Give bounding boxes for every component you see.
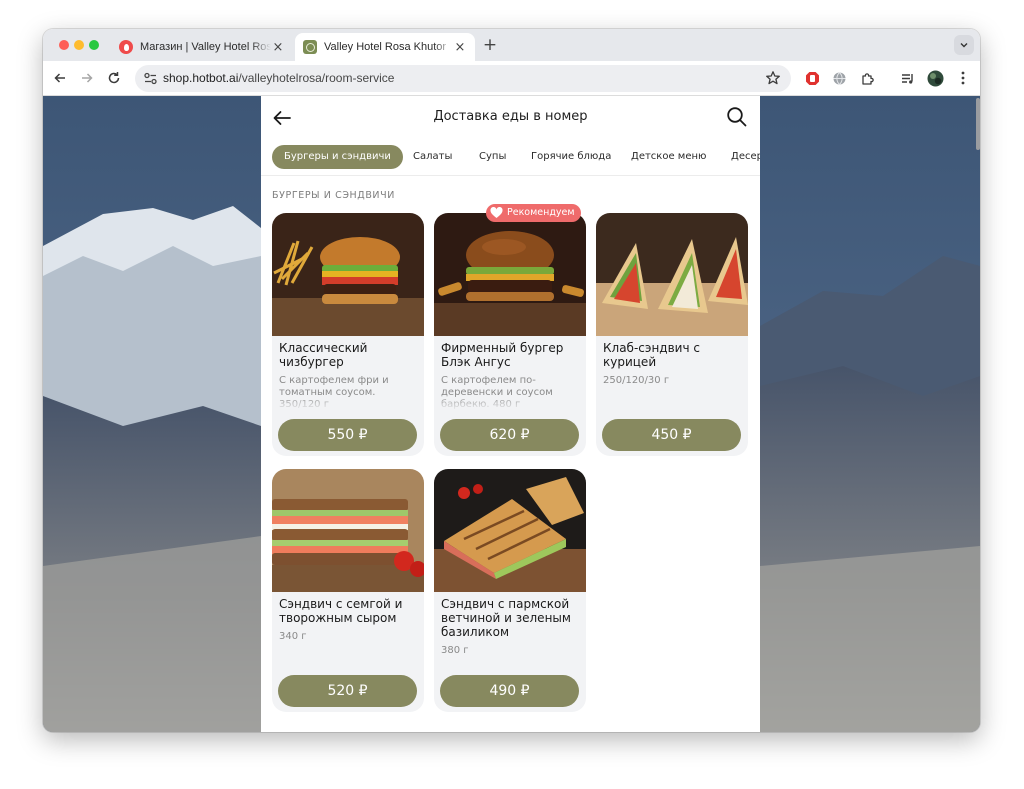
item-description: 340 г (279, 631, 307, 642)
recommended-badge: Рекомендуем (486, 204, 581, 222)
url-host: shop.hotbot.ai (163, 71, 239, 85)
app-header: Доставка еды в номер (261, 96, 760, 140)
site-info-icon[interactable] (143, 71, 158, 86)
section-title: БУРГЕРЫ И СЭНДВИЧИ (272, 190, 395, 201)
close-tab-icon[interactable]: × (271, 40, 285, 55)
reload-icon (108, 72, 120, 84)
item-name: Сэндвич с семгой и творожным сыром (279, 597, 403, 625)
bookmark-star-icon[interactable] (765, 70, 781, 86)
media-controls-icon[interactable] (898, 69, 916, 87)
classic-cheeseburger-photo (272, 213, 424, 336)
url-path: /valleyhotelrosa/room-service (238, 71, 395, 85)
extension-icon[interactable] (858, 69, 876, 87)
badge-label: Рекомендуем (507, 207, 575, 218)
search-icon[interactable] (726, 106, 748, 128)
close-window-button[interactable] (59, 40, 69, 50)
maximize-window-button[interactable] (89, 40, 99, 50)
club-sandwich-photo (596, 213, 748, 336)
tab-search-button[interactable] (954, 35, 974, 55)
back-nav-button[interactable] (51, 69, 69, 87)
item-name: Клаб-сэндвич с курицей (603, 341, 700, 369)
add-to-cart-button[interactable]: 490 ₽ (440, 675, 579, 707)
tab-title: Магазин | Valley Hotel Rosa K (140, 41, 271, 53)
room-service-app: Доставка еды в номер Бургеры и сэндвичи … (261, 96, 760, 732)
category-tabs: Бургеры и сэндвичи Салаты Супы Горячие б… (261, 144, 760, 176)
tab-burgers-sandwiches[interactable]: Бургеры и сэндвичи (272, 145, 403, 169)
tab-soups[interactable]: Супы (467, 145, 518, 169)
address-bar[interactable]: shop.hotbot.ai/valleyhotelrosa/room-serv… (135, 65, 791, 92)
profile-avatar-icon[interactable] (926, 69, 944, 87)
tab-title: Valley Hotel Rosa Khutor (324, 41, 447, 53)
add-to-cart-button[interactable]: 620 ₽ (440, 419, 579, 451)
menu-card[interactable]: Сэндвич с пармской ветчиной и зеленым ба… (434, 469, 586, 712)
page-title: Доставка еды в номер (433, 109, 588, 124)
item-description: 250/120/30 г (603, 375, 670, 386)
forward-nav-button[interactable] (78, 69, 96, 87)
menu-card[interactable]: Клаб-сэндвич с курицей 250/120/30 г 450 … (596, 213, 748, 456)
page-scrollbar[interactable] (976, 96, 980, 732)
tab-hot-dishes[interactable]: Горячие блюда (519, 145, 623, 169)
add-to-cart-button[interactable]: 450 ₽ (602, 419, 741, 451)
tab-salads[interactable]: Салаты (401, 145, 464, 169)
url-text: shop.hotbot.ai/valleyhotelrosa/room-serv… (163, 71, 394, 85)
chevron-down-icon (960, 43, 968, 48)
parma-ham-sandwich-photo (434, 469, 586, 592)
menu-card[interactable]: Классический чизбургер С картофелем фри … (272, 213, 424, 456)
browser-tab-active[interactable]: Valley Hotel Rosa Khutor × (295, 33, 475, 61)
new-tab-icon[interactable]: + (481, 36, 499, 54)
tab-favicon-icon (119, 40, 133, 54)
item-name: Сэндвич с пармской ветчиной и зеленым ба… (441, 597, 571, 639)
heart-icon (490, 207, 503, 218)
scrollbar-thumb[interactable] (976, 98, 980, 150)
black-angus-burger-photo (434, 213, 586, 336)
tab-strip: Магазин | Valley Hotel Rosa K × Valley H… (43, 29, 980, 61)
item-name: Фирменный бургер Блэк Ангус (441, 341, 564, 369)
browser-tab-shop[interactable]: Магазин | Valley Hotel Rosa K × (111, 33, 293, 61)
tab-desserts[interactable]: Десерты (719, 145, 760, 169)
add-to-cart-button[interactable]: 550 ₽ (278, 419, 417, 451)
salmon-sandwich-photo (272, 469, 424, 592)
extension-adblock-icon[interactable] (803, 69, 821, 87)
item-description: С картофелем по-деревенски и соусом барб… (441, 375, 553, 410)
back-arrow-icon (54, 73, 65, 83)
page-viewport: Доставка еды в номер Бургеры и сэндвичи … (43, 96, 980, 732)
tab-favicon-icon (303, 40, 317, 54)
item-description: С картофелем фри и томатным соусом. 350/… (279, 375, 389, 410)
browser-window: Магазин | Valley Hotel Rosa K × Valley H… (43, 29, 980, 732)
forward-arrow-icon (82, 73, 93, 83)
tab-kids-menu[interactable]: Детское меню (619, 145, 718, 169)
browser-menu-icon[interactable] (954, 69, 972, 87)
browser-toolbar: shop.hotbot.ai/valleyhotelrosa/room-serv… (43, 61, 980, 96)
reload-button[interactable] (105, 69, 123, 87)
menu-card[interactable]: Рекомендуем Фирменный бургер Блэк Ангус … (434, 204, 586, 456)
minimize-window-button[interactable] (74, 40, 84, 50)
item-description: 380 г (441, 645, 469, 656)
extension-globe-icon[interactable] (830, 69, 848, 87)
add-to-cart-button[interactable]: 520 ₽ (278, 675, 417, 707)
close-tab-icon[interactable]: × (453, 40, 467, 55)
item-name: Классический чизбургер (279, 341, 368, 369)
menu-card[interactable]: Сэндвич с семгой и творожным сыром 340 г… (272, 469, 424, 712)
